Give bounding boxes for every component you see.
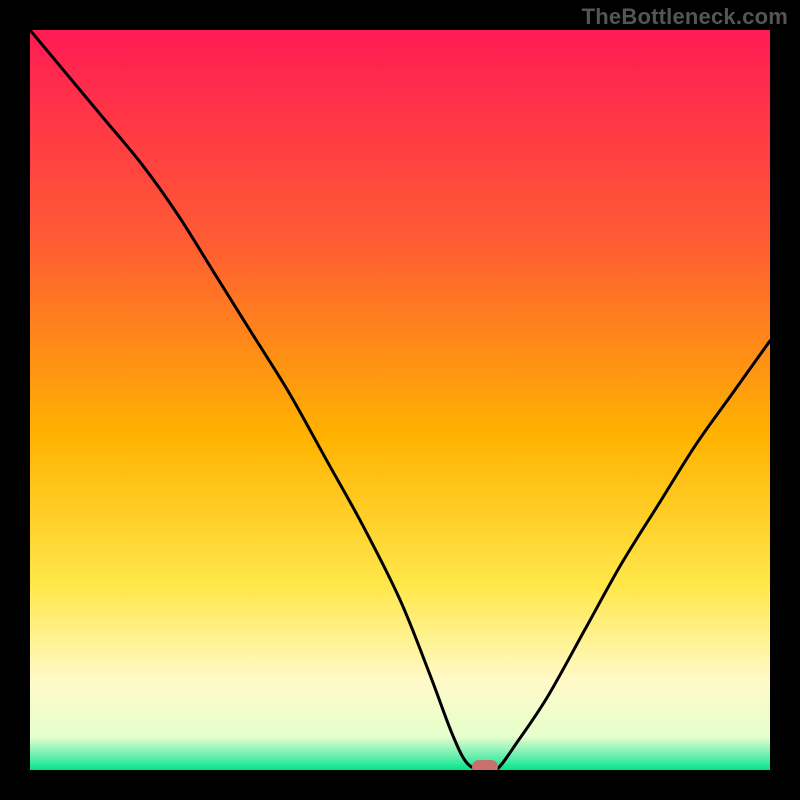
- plot-area: [30, 30, 770, 770]
- watermark-text: TheBottleneck.com: [582, 4, 788, 30]
- chart-frame: TheBottleneck.com: [0, 0, 800, 800]
- optimal-marker: [472, 760, 498, 770]
- curve-layer: [30, 30, 770, 770]
- bottleneck-curve: [30, 30, 770, 770]
